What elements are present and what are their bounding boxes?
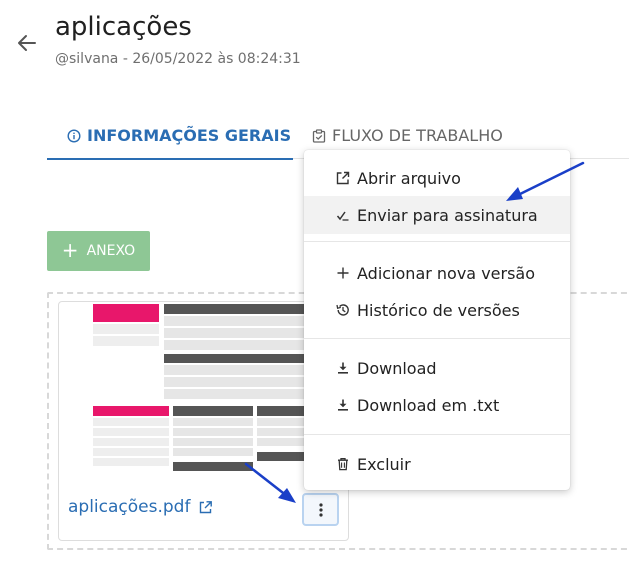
page-subtitle: @silvana - 26/05/2022 às 08:24:31	[55, 51, 301, 67]
menu-item-label: Excluir	[357, 454, 411, 474]
menu-item-label: Download em .txt	[357, 395, 500, 415]
info-circle-icon	[67, 129, 81, 143]
back-button[interactable]	[14, 30, 40, 56]
menu-item-historico-de-versoes[interactable]: Histórico de versões	[304, 291, 570, 329]
trash-icon	[336, 457, 350, 471]
history-icon	[336, 303, 350, 317]
menu-divider	[304, 434, 570, 435]
more-vertical-icon	[318, 502, 323, 517]
signature-icon	[336, 208, 350, 222]
menu-item-label: Abrir arquivo	[357, 168, 461, 188]
menu-divider	[304, 241, 570, 242]
menu-divider	[304, 338, 570, 339]
page-title: aplicações	[55, 12, 192, 42]
tab-label: FLUXO DE TRABALHO	[332, 126, 503, 145]
menu-item-download[interactable]: Download	[304, 349, 570, 387]
menu-item-label: Adicionar nova versão	[357, 263, 536, 283]
clipboard-check-icon	[312, 129, 326, 143]
download-icon	[336, 398, 350, 412]
file-options-button[interactable]	[302, 493, 339, 526]
file-name: aplicações.pdf	[68, 497, 191, 517]
menu-item-label: Download	[357, 358, 437, 378]
file-name-link[interactable]: aplicações.pdf	[68, 497, 213, 517]
arrow-left-icon	[18, 35, 36, 51]
annotation-arrow-icon	[244, 462, 296, 503]
menu-item-download-txt[interactable]: Download em .txt	[304, 386, 570, 424]
menu-item-label: Enviar para assinatura	[357, 205, 538, 225]
tab-informacoes-gerais[interactable]: INFORMAÇÕES GERAIS	[47, 123, 293, 160]
menu-item-excluir[interactable]: Excluir	[304, 445, 570, 483]
download-icon	[336, 361, 350, 375]
menu-item-adicionar-nova-versao[interactable]: Adicionar nova versão	[304, 254, 570, 292]
menu-item-label: Histórico de versões	[357, 300, 520, 320]
external-link-icon	[336, 171, 350, 185]
plus-icon	[336, 266, 350, 280]
anexo-label: ANEXO	[86, 243, 136, 259]
tab-label: INFORMAÇÕES GERAIS	[87, 126, 292, 145]
annotation-arrow-icon	[506, 161, 585, 201]
plus-icon: +	[61, 238, 79, 262]
add-anexo-button[interactable]: + ANEXO	[47, 231, 150, 271]
external-link-icon	[200, 500, 213, 513]
